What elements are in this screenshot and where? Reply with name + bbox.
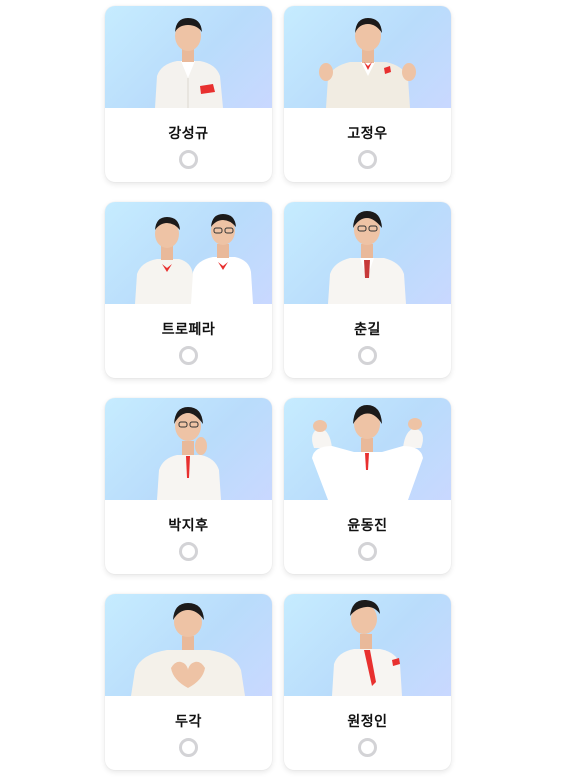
candidate-photo bbox=[105, 594, 272, 696]
candidate-radio[interactable] bbox=[358, 346, 377, 365]
candidate-name: 박지후 bbox=[168, 518, 209, 534]
candidate-card[interactable]: 두각 bbox=[105, 594, 272, 770]
candidate-name: 춘길 bbox=[354, 322, 381, 338]
candidate-photo bbox=[105, 6, 272, 108]
candidate-card[interactable]: 윤동진 bbox=[284, 398, 451, 574]
candidate-name: 강성규 bbox=[168, 126, 209, 142]
candidate-photo bbox=[284, 202, 451, 304]
candidate-photo bbox=[284, 398, 451, 500]
candidate-card[interactable]: 강성규 bbox=[105, 6, 272, 182]
candidate-photo bbox=[105, 398, 272, 500]
candidate-radio[interactable] bbox=[179, 738, 198, 757]
candidate-card[interactable]: 트로페라 bbox=[105, 202, 272, 378]
candidate-radio[interactable] bbox=[179, 346, 198, 365]
candidate-radio[interactable] bbox=[358, 542, 377, 561]
candidate-card[interactable]: 고정우 bbox=[284, 6, 451, 182]
candidate-name: 트로페라 bbox=[161, 322, 216, 338]
candidate-name: 원정인 bbox=[347, 714, 388, 730]
candidate-card[interactable]: 원정인 bbox=[284, 594, 451, 770]
candidate-card[interactable]: 박지후 bbox=[105, 398, 272, 574]
candidate-radio[interactable] bbox=[179, 542, 198, 561]
candidate-radio[interactable] bbox=[358, 738, 377, 757]
candidate-radio[interactable] bbox=[179, 150, 198, 169]
candidate-name: 두각 bbox=[175, 714, 202, 730]
candidate-name: 고정우 bbox=[347, 126, 388, 142]
candidate-card[interactable]: 춘길 bbox=[284, 202, 451, 378]
candidate-radio[interactable] bbox=[358, 150, 377, 169]
candidate-photo bbox=[105, 202, 272, 304]
candidate-name: 윤동진 bbox=[347, 518, 388, 534]
candidate-photo bbox=[284, 594, 451, 696]
candidate-photo bbox=[284, 6, 451, 108]
